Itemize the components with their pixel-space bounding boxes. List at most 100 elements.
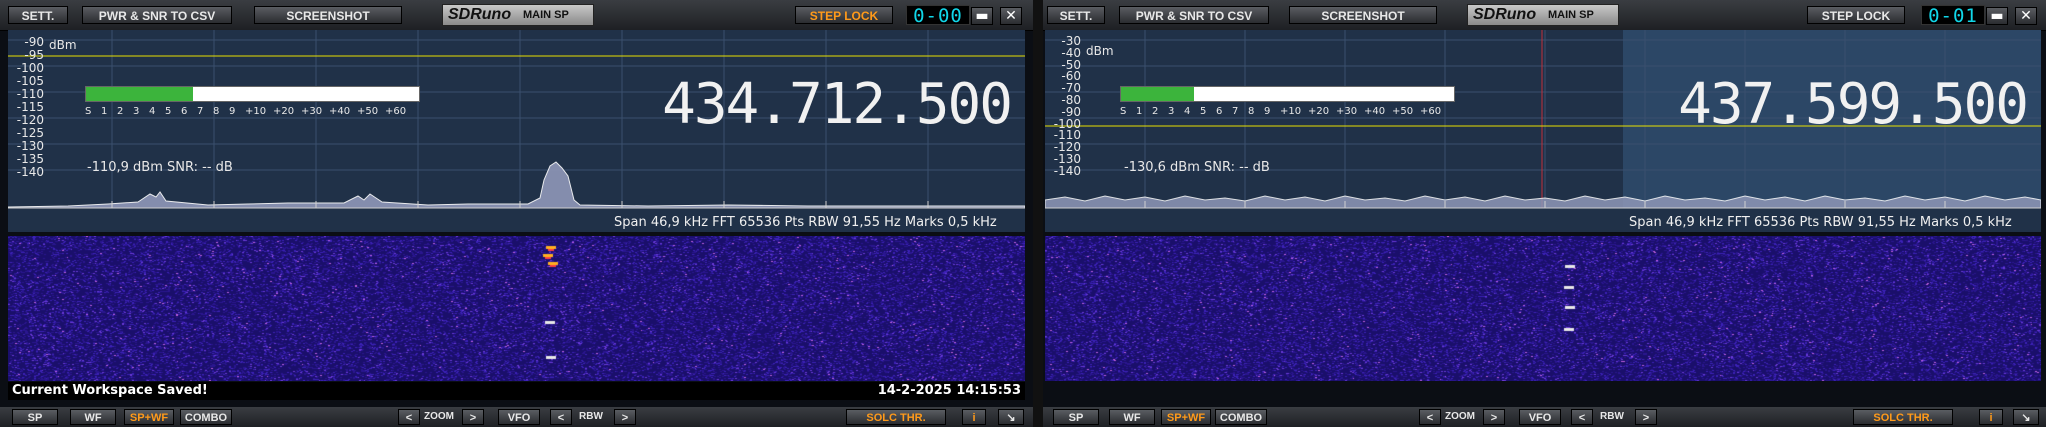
dbm-snr-readout: -130,6 dBm SNR: -- dB: [1124, 160, 1270, 175]
s-meter-scale-tick: +60: [385, 106, 407, 117]
info-button[interactable]: i: [1979, 409, 2003, 425]
info-button[interactable]: i: [962, 409, 986, 425]
rbw-decrease-button[interactable]: <: [1571, 409, 1593, 425]
top-toolbar: SETT. PWR & SNR TO CSV SCREENSHOT SDRuno…: [1043, 0, 2046, 31]
close-button[interactable]: ✕: [1000, 7, 1022, 25]
zoom-label: ZOOM: [1445, 411, 1475, 422]
s-meter-scale-tick: 4: [1184, 106, 1191, 117]
combo-mode-button[interactable]: COMBO: [1215, 409, 1267, 425]
pwr-snr-csv-button[interactable]: PWR & SNR TO CSV: [82, 6, 232, 24]
dbm-unit-label: dBm: [49, 38, 77, 52]
spectrum-display[interactable]: dBm -90 -95 -100 -105 -110 -115 -120 -125 -130 -1…: [8, 30, 1025, 232]
combo-mode-button[interactable]: COMBO: [180, 409, 232, 425]
solc-threshold-button[interactable]: SOLC THR.: [846, 409, 946, 425]
s-meter-scale-tick: +50: [1392, 106, 1414, 117]
spwf-mode-button[interactable]: SP+WF: [1161, 409, 1211, 425]
sp-mode-button[interactable]: SP: [12, 409, 58, 425]
sp-mode-button[interactable]: SP: [1053, 409, 1099, 425]
solc-threshold-button[interactable]: SOLC THR.: [1853, 409, 1953, 425]
dbm-tick-label: -40: [1061, 45, 1081, 60]
dbm-tick-label: -140: [16, 165, 44, 179]
rbw-increase-button[interactable]: >: [1635, 409, 1657, 425]
minimize-button[interactable]: ▬: [1986, 7, 2008, 25]
s-meter-scale-tick: 9: [1264, 106, 1271, 117]
window-mode-label: MAIN SP: [523, 9, 569, 21]
s-meter-scale-tick: +20: [273, 106, 295, 117]
vfo-button[interactable]: VFO: [1519, 409, 1561, 425]
zoom-decrease-button[interactable]: <: [398, 409, 420, 425]
s-meter-scale-tick: 8: [1248, 106, 1255, 117]
s-meter-scale-tick: +60: [1420, 106, 1442, 117]
s-meter-scale-tick: 1: [1136, 106, 1143, 117]
sdruno-logo: SDRuno: [1473, 6, 1537, 23]
spectrum-display[interactable]: dBm -30 -40 -50 -60 -70 -80 -90 -100 -110 -120 -13…: [1045, 30, 2041, 232]
window-mode-label: MAIN SP: [1548, 9, 1594, 21]
s-meter-scale-tick: +10: [245, 106, 267, 117]
zoom-increase-button[interactable]: >: [1483, 409, 1505, 425]
wf-mode-button[interactable]: WF: [1109, 409, 1155, 425]
s-meter-scale-tick: +30: [301, 106, 323, 117]
screenshot-button[interactable]: SCREENSHOT: [1289, 6, 1437, 24]
zoom-decrease-button[interactable]: <: [1419, 409, 1441, 425]
s-meter-scale-tick: +10: [1280, 106, 1302, 117]
dbm-tick-label: -90: [24, 35, 44, 49]
s-meter-scale-tick: 6: [181, 106, 188, 117]
step-lock-button[interactable]: STEP LOCK: [795, 6, 893, 24]
fft-stats-label: Span 46,9 kHz FFT 65536 Pts RBW 91,55 Hz…: [1629, 215, 2012, 230]
s-meter-scale-tick: 7: [1232, 106, 1239, 117]
s-meter-scale-tick: +40: [1364, 106, 1386, 117]
dbm-tick-label: -95: [24, 48, 44, 62]
screenshot-button[interactable]: SCREENSHOT: [254, 6, 402, 24]
dbm-tick-label: -110: [16, 87, 44, 101]
waterfall-display[interactable]: [8, 236, 1025, 381]
bottom-toolbar: SP WF SP+WF COMBO < ZOOM > VFO < RBW > S…: [0, 407, 1033, 427]
settings-button[interactable]: SETT.: [1047, 6, 1105, 24]
frequency-display[interactable]: 437.599.500: [1678, 77, 2029, 133]
rbw-label: RBW: [579, 411, 603, 422]
s-meter-scale-tick: 3: [1168, 106, 1175, 117]
zoom-increase-button[interactable]: >: [462, 409, 484, 425]
s-meter-scale-tick: 5: [165, 106, 172, 117]
dbm-tick-label: -140: [1053, 163, 1081, 178]
waterfall-display[interactable]: [1045, 236, 2041, 381]
s-meter-fill: [1121, 87, 1195, 101]
rbw-decrease-button[interactable]: <: [550, 409, 572, 425]
dbm-tick-label: -100: [16, 61, 44, 75]
dbm-snr-readout: -110,9 dBm SNR: -- dB: [87, 160, 233, 175]
dbm-tick-label: -125: [16, 126, 44, 140]
fft-stats-label: Span 46,9 kHz FFT 65536 Pts RBW 91,55 Hz…: [614, 215, 997, 230]
s-meter-scale-tick: +30: [1336, 106, 1358, 117]
rbw-increase-button[interactable]: >: [614, 409, 636, 425]
s-meter-scale-tick: S: [85, 106, 92, 117]
dbm-unit-label: dBm: [1086, 44, 1114, 58]
s-meter-scale-tick: 1: [101, 106, 108, 117]
top-toolbar: SETT. PWR & SNR TO CSV SCREENSHOT SDRuno…: [0, 0, 1033, 31]
wf-mode-button[interactable]: WF: [70, 409, 116, 425]
s-meter-scale-tick: 6: [1216, 106, 1223, 117]
status-message: Current Workspace Saved!: [12, 383, 208, 398]
vfo-button[interactable]: VFO: [498, 409, 540, 425]
s-meter-scale-tick: 7: [197, 106, 204, 117]
dbm-tick-label: -120: [16, 113, 44, 127]
sdr-panel-main-sp-0: SETT. PWR & SNR TO CSV SCREENSHOT SDRuno…: [0, 0, 1033, 427]
dbm-tick-label: -90: [1061, 104, 1081, 119]
step-lock-button[interactable]: STEP LOCK: [1807, 6, 1905, 24]
s-meter-scale-tick: 2: [1152, 106, 1159, 117]
dbm-tick-label: -130: [16, 139, 44, 153]
frequency-display[interactable]: 434.712.500: [662, 77, 1013, 133]
s-meter-scale-tick: +40: [329, 106, 351, 117]
resize-handle[interactable]: ↘: [2013, 409, 2039, 425]
settings-button[interactable]: SETT.: [8, 6, 68, 24]
dbm-tick-label: -115: [16, 100, 44, 114]
vfo-indicator: 0-00: [906, 5, 970, 26]
bottom-toolbar: SP WF SP+WF COMBO < ZOOM > VFO < RBW > S…: [1043, 407, 2046, 427]
close-button[interactable]: ✕: [2015, 7, 2037, 25]
s-meter-scale-tick: +20: [1308, 106, 1330, 117]
pwr-snr-csv-button[interactable]: PWR & SNR TO CSV: [1119, 6, 1269, 24]
resize-handle[interactable]: ↘: [998, 409, 1024, 425]
s-meter: [1120, 86, 1455, 102]
spwf-mode-button[interactable]: SP+WF: [124, 409, 174, 425]
sdr-panel-main-sp-1: SETT. PWR & SNR TO CSV SCREENSHOT SDRuno…: [1043, 0, 2046, 427]
rbw-label: RBW: [1600, 411, 1624, 422]
minimize-button[interactable]: ▬: [971, 7, 993, 25]
